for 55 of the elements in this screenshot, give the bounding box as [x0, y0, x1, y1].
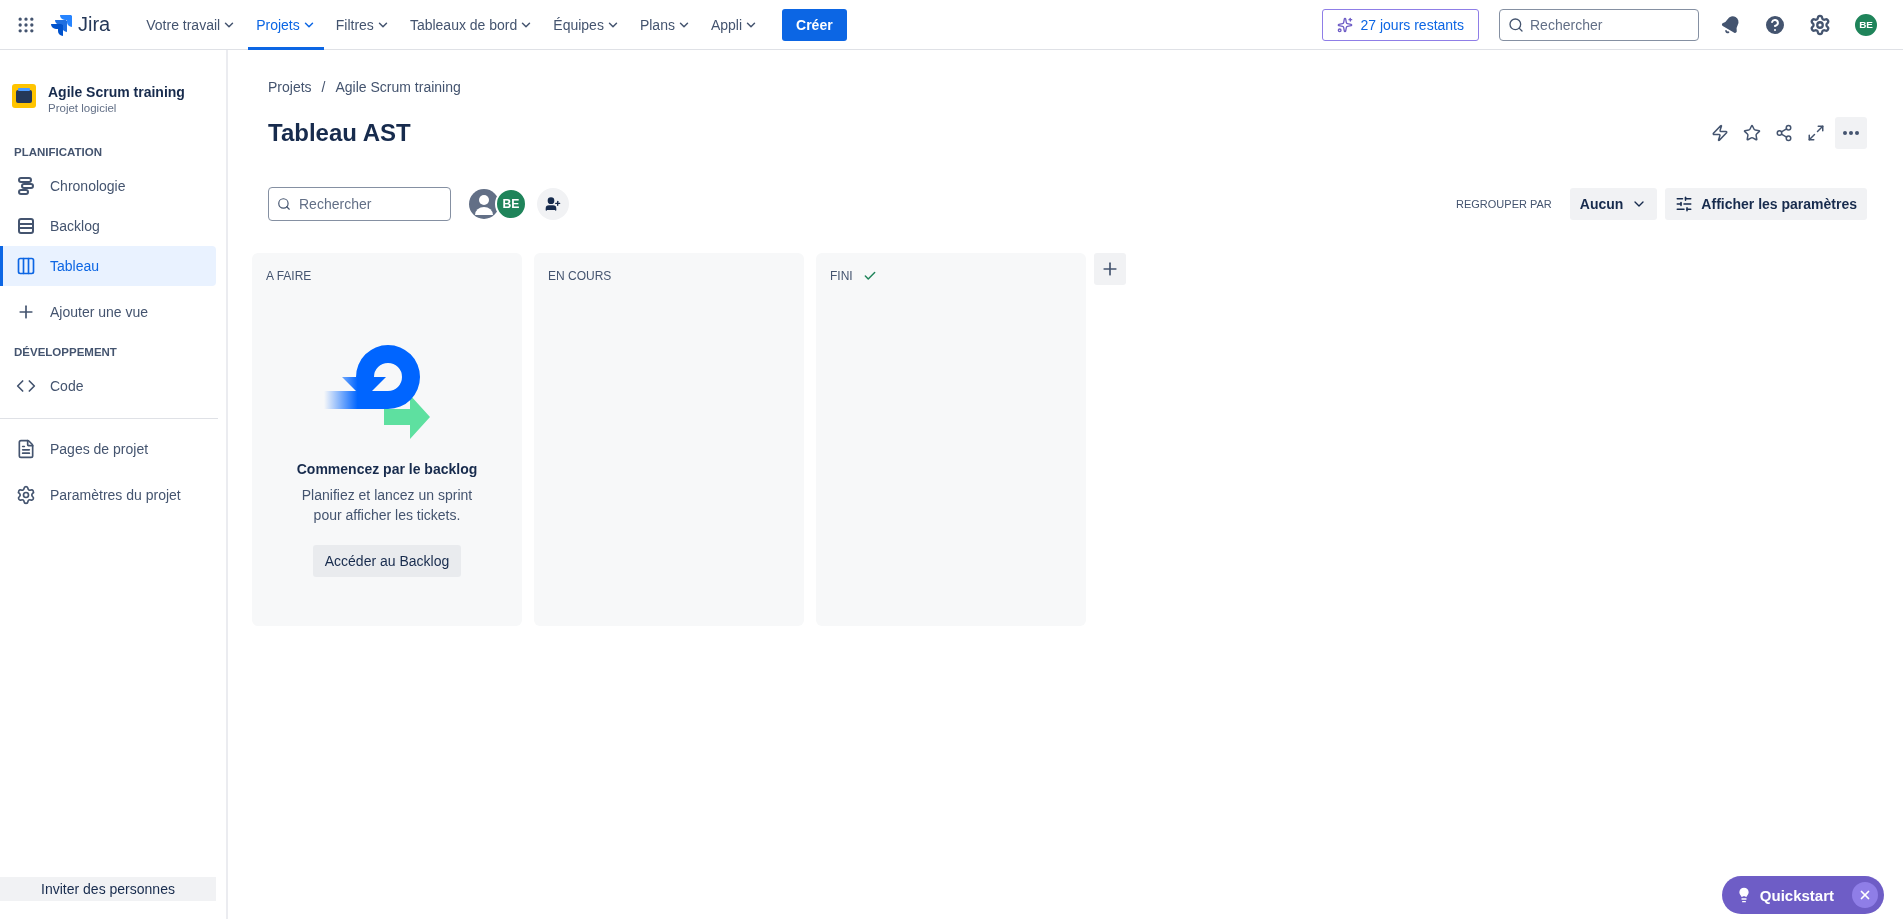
logo-icon [50, 12, 74, 37]
nav-menu[interactable]: Équipes [545, 0, 628, 50]
group-by-dropdown[interactable]: Aucun [1569, 188, 1658, 220]
project-type: Projet logiciel [48, 102, 118, 114]
nav-menu[interactable]: Tableaux de bord [401, 0, 542, 50]
page-title: Tableau AST [268, 119, 411, 147]
product-name: Jira [78, 13, 111, 36]
timeline-icon [16, 176, 36, 196]
project-icon [12, 84, 36, 108]
user-avatar[interactable]: BE [1853, 11, 1879, 38]
nav-menu[interactable]: Projets [248, 0, 324, 50]
nav-menu[interactable]: Filtres [327, 0, 398, 50]
settings-icon [16, 485, 36, 505]
view-settings-button[interactable]: Afficher les paramètres [1665, 188, 1867, 220]
sidebar-item[interactable]: Backlog [0, 206, 216, 246]
stacked-rows-icon [16, 216, 36, 236]
more-button[interactable] [1835, 117, 1867, 149]
breadcrumb-separator: / [321, 79, 326, 95]
ellipsis-icon [1843, 131, 1859, 135]
breadcrumb-link[interactable]: Projets [268, 79, 312, 95]
sliders-icon [1675, 195, 1694, 213]
search-field[interactable]: Rechercher [1499, 8, 1699, 41]
empty-state-title: Commencez par le backlog [296, 461, 478, 477]
trial-button[interactable]: 27 jours restants [1321, 8, 1479, 41]
quickstart-button[interactable]: Quickstart [1721, 876, 1884, 914]
section-heading: DÉVELOPPEMENT [13, 345, 118, 360]
add-person-button[interactable] [537, 188, 569, 220]
empty-state-text: Planifiez et lancez un sprint pour afficher les tickets. [300, 486, 474, 525]
add-column-button[interactable] [1094, 253, 1126, 285]
column-title: A FAIRE [266, 269, 312, 283]
section-heading: PLANIFICATION [13, 145, 103, 160]
group-by-label: REGROUPER PAR [1456, 198, 1552, 210]
close-icon[interactable] [1852, 882, 1878, 908]
sidebar-item[interactable]: Pages de projet [0, 429, 216, 469]
create-button[interactable]: Créer [782, 8, 847, 41]
add-person-icon [545, 196, 561, 212]
project-name: Agile Scrum training [48, 84, 185, 100]
column-title: EN COURS [548, 269, 612, 283]
sidebar-item[interactable]: Chronologie [0, 166, 216, 206]
nav-menu[interactable]: Votre travail [138, 0, 245, 50]
sidebar-item[interactable]: Tableau [0, 246, 216, 286]
sparkle-icon [1336, 16, 1353, 33]
user-avatar[interactable]: BE [495, 188, 527, 220]
sidebar-item[interactable]: Code [0, 366, 216, 406]
go-to-backlog-button[interactable]: Accéder au Backlog [312, 545, 462, 577]
sidebar-item[interactable]: Paramètres du projet [0, 475, 216, 515]
invite-button[interactable]: Inviter des personnes [0, 877, 216, 901]
nav-menu[interactable]: Appli [702, 0, 767, 50]
columns-icon [16, 256, 36, 276]
search-field[interactable]: Rechercher [268, 187, 451, 221]
nav-menu[interactable]: Plans [631, 0, 699, 50]
breadcrumb-link[interactable]: Agile Scrum training [335, 79, 461, 95]
sidebar-item[interactable]: Ajouter une vue [0, 292, 216, 332]
document-icon [16, 439, 36, 459]
column-title: FINI [830, 269, 853, 283]
